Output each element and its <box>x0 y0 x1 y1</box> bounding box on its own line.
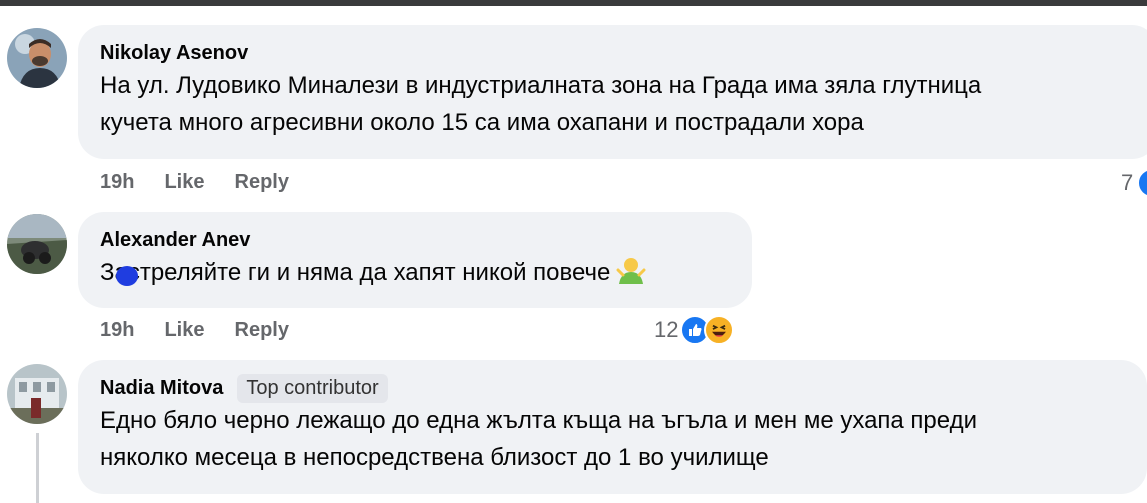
comment-time[interactable]: 19h <box>100 319 134 342</box>
comment-text: няколко месеца в непосредствена близост … <box>100 444 769 471</box>
comment-bubble: Nikolay Asenov На ул. Лудовико Миналези … <box>78 25 1147 159</box>
reaction-count: 7 <box>1121 170 1134 195</box>
reaction-summary[interactable]: 12 <box>654 315 735 345</box>
top-bar <box>0 0 1147 6</box>
like-button[interactable]: Like <box>164 319 204 342</box>
reaction-summary[interactable]: 7 <box>1121 168 1147 198</box>
reply-button[interactable]: Reply <box>235 319 289 342</box>
comment-author[interactable]: Nikolay Asenov <box>100 42 248 65</box>
like-button[interactable]: Like <box>164 171 204 194</box>
avatar[interactable] <box>7 364 67 424</box>
thread-line <box>36 433 39 503</box>
comment-text: На ул. Лудовико Миналези в индустриалнат… <box>100 72 982 99</box>
comment-text: Едно бяло черно лежащо до една жълта къщ… <box>100 407 977 434</box>
comment-author[interactable]: Nadia Mitova <box>100 377 223 400</box>
reply-button[interactable]: Reply <box>235 171 289 194</box>
comment-time[interactable]: 19h <box>100 171 134 194</box>
comment-author[interactable]: Alexander Anev <box>100 229 250 252</box>
comment-actions: 19h Like Reply <box>100 319 289 342</box>
shrug-emoji-icon <box>616 256 646 284</box>
comment-bubble: Nadia Mitova Top contributor Едно бяло ч… <box>78 360 1147 494</box>
comment-text: кучета много агресивни около 15 са има о… <box>100 109 864 136</box>
like-icon <box>1137 168 1147 198</box>
comment-actions: 19h Like Reply <box>100 171 289 194</box>
reaction-count: 12 <box>654 317 679 342</box>
redaction-mark <box>116 266 138 286</box>
comment-bubble: Alexander Anev Застреляйте ги и няма да … <box>78 212 752 308</box>
haha-icon <box>704 315 735 345</box>
avatar[interactable] <box>7 214 67 274</box>
top-contributor-badge: Top contributor <box>237 373 388 403</box>
comment-text: Застреляйте ги и няма да хапят никой пов… <box>100 259 611 286</box>
avatar[interactable] <box>7 28 67 88</box>
